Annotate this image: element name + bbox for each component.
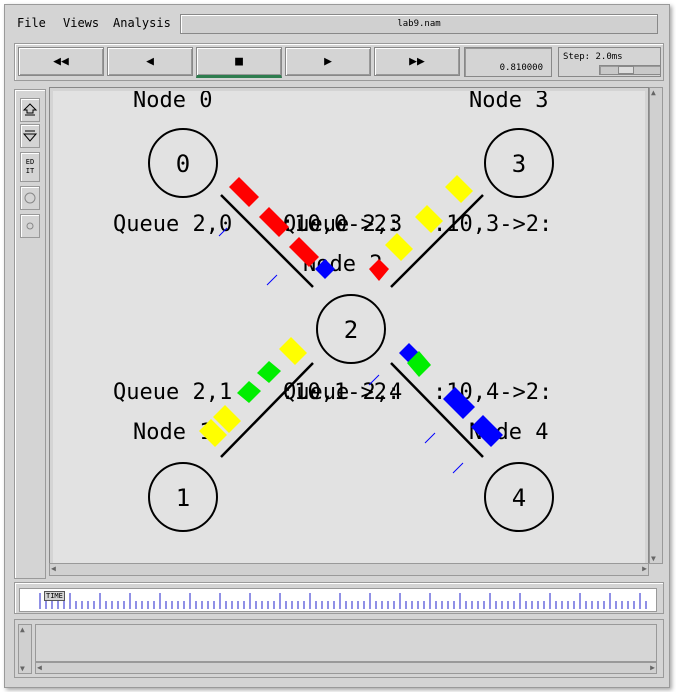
zoom-in-tool[interactable] xyxy=(20,98,40,122)
tool-strip: ED IT xyxy=(14,89,46,579)
rewind-button[interactable]: ◀◀ xyxy=(18,47,104,76)
timeline-ticks xyxy=(39,593,647,609)
fast-forward-button[interactable]: ▶▶ xyxy=(374,47,460,76)
queue-stat-1-2: :10,1->2: xyxy=(281,380,400,405)
annotation-horizontal-scrollbar[interactable]: ◀ ▶ xyxy=(35,662,657,674)
menu-bar: File Views Analysis lab9.nam xyxy=(5,5,669,35)
timeline-slider[interactable]: TIME xyxy=(19,588,657,612)
play-button[interactable]: ▶ xyxy=(285,47,371,76)
annotation-scroll-up-icon[interactable]: ▲ xyxy=(20,625,25,634)
nam-window: File Views Analysis lab9.nam ◀◀ ◀ ■ ▶ ▶▶… xyxy=(4,4,670,688)
queue-label-2-1: Queue 2,1 xyxy=(113,380,232,405)
annotation-panel: ▲ ▼ ◀ ▶ xyxy=(14,619,664,678)
node-id-4: 4 xyxy=(512,484,526,512)
node-1[interactable]: 1 xyxy=(148,462,218,532)
scroll-left-icon[interactable]: ◀ xyxy=(51,564,56,573)
step-slider[interactable] xyxy=(599,65,661,75)
queue-stat-3-2: :10,3->2: xyxy=(433,212,552,237)
annotation-list[interactable] xyxy=(35,624,657,662)
queue-label-2-0: Queue 2,0 xyxy=(113,212,232,237)
canvas-frame: Node 0 Node 3 Node 2 Node 1 Node 4 Queue… xyxy=(49,87,649,567)
node-0[interactable]: 0 xyxy=(148,128,218,198)
annotation-scroll-right-icon[interactable]: ▶ xyxy=(650,663,655,672)
node-id-2: 2 xyxy=(344,316,358,344)
edit-tool[interactable]: ED IT xyxy=(20,152,40,182)
scroll-down-icon[interactable]: ▼ xyxy=(651,554,656,563)
queue-stat-0-2: :10,0->2: xyxy=(281,212,400,237)
node-4[interactable]: 4 xyxy=(484,462,554,532)
node-3[interactable]: 3 xyxy=(484,128,554,198)
menu-views[interactable]: Views xyxy=(63,16,99,30)
annotation-vertical-scrollbar[interactable]: ▲ ▼ xyxy=(18,624,32,674)
zoom-out-icon xyxy=(22,130,38,142)
small-node-tool[interactable] xyxy=(20,214,40,238)
circle-icon xyxy=(24,192,36,204)
menu-analysis[interactable]: Analysis xyxy=(113,16,171,30)
network-canvas[interactable]: Node 0 Node 3 Node 2 Node 1 Node 4 Queue… xyxy=(53,91,645,563)
menu-file[interactable]: File xyxy=(17,16,46,30)
step-slider-thumb[interactable] xyxy=(618,66,634,74)
canvas-vertical-scrollbar[interactable]: ▲ ▼ xyxy=(649,87,663,564)
node-id-0: 0 xyxy=(176,150,190,178)
step-control: Step: 2.0ms xyxy=(558,47,661,77)
annotation-scroll-left-icon[interactable]: ◀ xyxy=(37,663,42,672)
node-id-1: 1 xyxy=(176,484,190,512)
step-label: Step: 2.0ms xyxy=(563,52,623,62)
timeline-marker[interactable]: TIME xyxy=(44,591,65,601)
small-circle-icon xyxy=(26,222,34,230)
step-back-button[interactable]: ◀ xyxy=(107,47,193,76)
stop-button[interactable]: ■ xyxy=(196,47,282,78)
zoom-in-icon xyxy=(22,103,38,116)
timeline-panel: TIME xyxy=(14,582,664,614)
playback-toolbar: ◀◀ ◀ ■ ▶ ▶▶ 0.810000 Step: 2.0ms xyxy=(14,43,664,81)
annotation-scroll-down-icon[interactable]: ▼ xyxy=(20,664,25,673)
time-display: 0.810000 xyxy=(464,47,552,77)
node-tool[interactable] xyxy=(20,186,40,210)
scroll-up-icon[interactable]: ▲ xyxy=(651,88,656,97)
node-label-0: Node 0 xyxy=(133,91,212,113)
node-2[interactable]: 2 xyxy=(316,294,386,364)
scroll-right-icon[interactable]: ▶ xyxy=(642,564,647,573)
node-label-3: Node 3 xyxy=(469,91,548,113)
zoom-out-tool[interactable] xyxy=(20,124,40,148)
canvas-horizontal-scrollbar[interactable]: ◀ ▶ xyxy=(49,563,649,576)
window-title: lab9.nam xyxy=(180,14,658,34)
node-id-3: 3 xyxy=(512,150,526,178)
